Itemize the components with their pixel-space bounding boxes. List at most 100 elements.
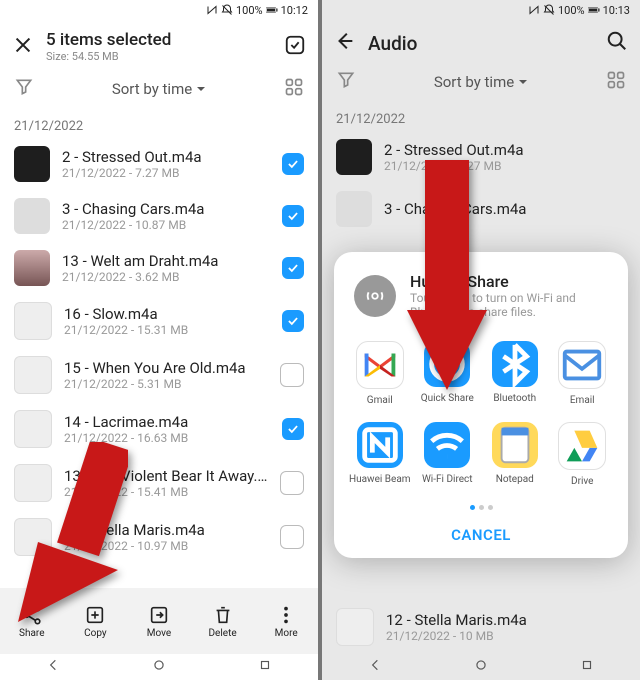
audio-thumbnail: [14, 518, 52, 556]
nav-back-icon[interactable]: [46, 658, 60, 676]
share-app-quickshare[interactable]: Quick Share: [416, 341, 480, 406]
search-icon[interactable]: [606, 30, 628, 56]
gmail-icon: [356, 341, 404, 389]
status-bar: 100% 10:13: [322, 0, 640, 20]
page-header: Audio: [322, 20, 640, 64]
filter-icon[interactable]: [14, 77, 34, 101]
file-name: 12 - Stella Maris.m4a: [64, 521, 268, 539]
share-app-notepad[interactable]: Notepad: [483, 422, 547, 487]
nav-recent-icon[interactable]: [580, 658, 594, 676]
close-icon[interactable]: [12, 34, 34, 60]
checkbox[interactable]: [280, 363, 304, 387]
battery-icon: [588, 4, 600, 16]
file-list: 2 - Stressed Out.m4a21/12/2022 - 7.27 MB…: [0, 138, 318, 564]
list-item[interactable]: 2 - Stressed Out.m4a21/12/2022 - 7.27 MB: [322, 131, 640, 183]
app-label: Bluetooth: [493, 393, 536, 404]
file-name: 2 - Stressed Out.m4a: [384, 141, 626, 159]
audio-thumbnail: [14, 356, 52, 394]
list-item[interactable]: 2 - Stressed Out.m4a21/12/2022 - 7.27 MB: [0, 138, 318, 190]
nav-back-icon[interactable]: [368, 658, 382, 676]
battery-percent: 100%: [558, 4, 585, 17]
file-name: 2 - Stressed Out.m4a: [62, 148, 270, 166]
file-name: 3 - Chasing Cars.m4a: [62, 200, 270, 218]
bluetooth-icon: [492, 341, 538, 387]
share-app-gmail[interactable]: Gmail: [348, 341, 412, 406]
date-group-label: 21/12/2022: [322, 104, 640, 131]
file-meta: 21/12/2022 - 10.97 MB: [64, 539, 268, 553]
more-button[interactable]: More: [256, 604, 316, 639]
nav-home-icon[interactable]: [474, 658, 488, 676]
select-all-button[interactable]: [284, 34, 306, 60]
checkbox[interactable]: [282, 205, 304, 227]
copy-button[interactable]: Copy: [65, 604, 125, 639]
share-app-grid: Gmail Quick Share Bluetooth Email Huawei Bea…: [348, 333, 614, 495]
share-button[interactable]: Share: [2, 604, 62, 639]
list-item[interactable]: 13 - Welt am Draht.m4a21/12/2022 - 3.62 …: [0, 242, 318, 294]
share-sheet: Huawei Share Touch here to turn on Wi-Fi…: [334, 252, 628, 558]
file-name: 13 - The Violent Bear It Away.m4a: [64, 467, 268, 485]
file-meta: 21/12/2022 - 3.62 MB: [62, 270, 270, 284]
app-label: Wi-Fi Direct: [422, 474, 473, 485]
file-meta: 21/12/2022 - 5.31 MB: [64, 377, 268, 391]
file-name: 13 - Welt am Draht.m4a: [62, 252, 270, 270]
list-item[interactable]: 12 - Stella Maris.m4a21/12/2022 - 10.97 …: [0, 510, 318, 564]
nfc-icon: [357, 422, 403, 468]
view-grid-icon[interactable]: [606, 70, 626, 94]
audio-thumbnail: [336, 608, 374, 646]
file-meta: 21/12/2022 - 10.87 MB: [62, 218, 270, 232]
share-app-wifi[interactable]: Wi-Fi Direct: [416, 422, 480, 487]
wifi-icon: [424, 422, 470, 468]
audio-thumbnail: [14, 146, 50, 182]
huawei-share-icon: [354, 275, 396, 317]
list-item[interactable]: 16 - Slow.m4a21/12/2022 - 15.31 MB: [0, 294, 318, 348]
clock: 10:12: [281, 4, 308, 17]
audio-thumbnail: [14, 464, 52, 502]
checkbox[interactable]: [282, 257, 304, 279]
selection-count: 5 items selected: [46, 30, 171, 50]
nfc-icon: [206, 4, 218, 16]
app-label: Gmail: [367, 395, 393, 406]
file-meta: 21/12/2022 - 7.27 MB: [62, 166, 270, 180]
nav-home-icon[interactable]: [152, 658, 166, 676]
sort-dropdown[interactable]: Sort by time: [42, 80, 276, 98]
audio-thumbnail: [14, 302, 52, 340]
list-item[interactable]: 15 - When You Are Old.m4a21/12/2022 - 5.…: [0, 348, 318, 402]
list-item[interactable]: 13 - The Violent Bear It Away.m4a21/12/2…: [0, 456, 318, 510]
delete-button[interactable]: Delete: [193, 604, 253, 639]
checkbox[interactable]: [280, 471, 304, 495]
battery-icon: [266, 4, 278, 16]
filter-icon[interactable]: [336, 70, 356, 94]
list-item[interactable]: 3 - Chasing Cars.m4a: [322, 183, 640, 235]
share-app-drive[interactable]: Drive: [551, 422, 615, 487]
checkbox[interactable]: [282, 418, 304, 440]
app-label: Drive: [571, 476, 593, 487]
list-item[interactable]: 12 - Stella Maris.m4a 21/12/2022 - 10 MB: [322, 600, 640, 654]
checkbox[interactable]: [282, 310, 304, 332]
list-item[interactable]: 14 - Lacrimae.m4a21/12/2022 - 16.63 MB: [0, 402, 318, 456]
file-meta: 21/12/2022 - 15.41 MB: [64, 485, 268, 499]
checkbox[interactable]: [282, 153, 304, 175]
checkbox[interactable]: [280, 525, 304, 549]
back-icon[interactable]: [334, 30, 356, 56]
app-label: Huawei Beam: [349, 474, 411, 485]
nav-recent-icon[interactable]: [258, 658, 272, 676]
share-app-email[interactable]: Email: [551, 341, 615, 406]
share-app-nfc[interactable]: Huawei Beam: [348, 422, 412, 487]
file-name: 14 - Lacrimae.m4a: [64, 413, 270, 431]
file-name: 15 - When You Are Old.m4a: [64, 359, 268, 377]
share-label: Share: [19, 628, 44, 639]
right-pane: 100% 10:13 Audio Sort by time 21/12/2022…: [322, 0, 640, 680]
sort-dropdown[interactable]: Sort by time: [364, 73, 598, 91]
nfc-icon: [528, 4, 540, 16]
app-label: Email: [570, 395, 595, 406]
huawei-share-row[interactable]: Huawei Share Touch here to turn on Wi-Fi…: [348, 272, 614, 333]
email-icon: [558, 341, 606, 389]
list-item[interactable]: 3 - Chasing Cars.m4a21/12/2022 - 10.87 M…: [0, 190, 318, 242]
delete-label: Delete: [208, 628, 236, 639]
view-grid-icon[interactable]: [284, 77, 304, 101]
move-button[interactable]: Move: [129, 604, 189, 639]
share-app-bluetooth[interactable]: Bluetooth: [483, 341, 547, 406]
status-bar: 100% 10:12: [0, 0, 318, 20]
sort-label-text: Sort by time: [112, 80, 192, 98]
cancel-button[interactable]: CANCEL: [348, 516, 614, 548]
